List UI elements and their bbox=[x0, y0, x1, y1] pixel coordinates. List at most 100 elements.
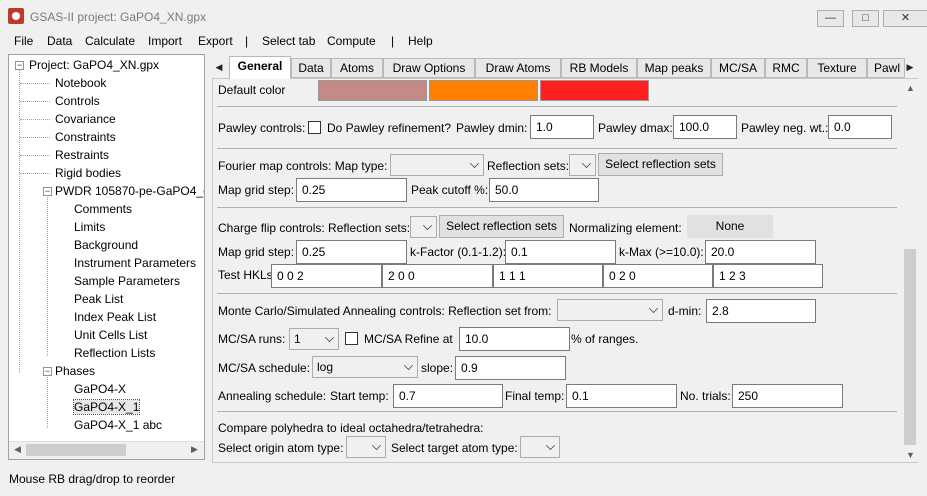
tree-item-phase-selected[interactable]: GaPO4-X_1 bbox=[72, 399, 141, 415]
scrollbar-thumb[interactable] bbox=[26, 444, 126, 456]
tab-mcsa[interactable]: MC/SA bbox=[711, 58, 765, 78]
pawley-negwt-input[interactable]: 0.0 bbox=[828, 115, 892, 139]
collapse-icon[interactable]: − bbox=[43, 187, 52, 196]
mcsa-refine-checkbox[interactable] bbox=[345, 332, 358, 345]
charge-flip-select-reflection-sets-button[interactable]: Select reflection sets bbox=[439, 215, 564, 238]
k-max-label: k-Max (>=10.0): bbox=[619, 245, 704, 259]
final-temp-input[interactable]: 0.1 bbox=[566, 384, 677, 408]
menu-calculate[interactable]: Calculate bbox=[85, 34, 135, 48]
tab-general[interactable]: General bbox=[229, 56, 291, 79]
tree-item-notebook[interactable]: Notebook bbox=[55, 76, 106, 90]
chevron-down-icon bbox=[372, 441, 381, 450]
tree-item-phase[interactable]: GaPO4-X bbox=[74, 382, 126, 396]
fourier-select-reflection-sets-button[interactable]: Select reflection sets bbox=[598, 153, 723, 176]
default-color-swatch-1[interactable] bbox=[318, 80, 427, 101]
menu-file[interactable]: File bbox=[14, 34, 33, 48]
fourier-grid-step-input[interactable]: 0.25 bbox=[296, 178, 407, 202]
collapse-icon[interactable]: − bbox=[43, 367, 52, 376]
peak-cutoff-input[interactable]: 50.0 bbox=[489, 178, 599, 202]
tree-item-pwdr[interactable]: PWDR 105870-pe-GaPO4_ed bbox=[55, 184, 204, 198]
tab-rmc[interactable]: RMC bbox=[765, 58, 807, 78]
tree-item-rigid-bodies[interactable]: Rigid bodies bbox=[55, 166, 121, 180]
tab-rb-models[interactable]: RB Models bbox=[561, 58, 637, 78]
tree-item-sample-parameters[interactable]: Sample Parameters bbox=[74, 274, 180, 288]
pawley-dmax-input[interactable]: 100.0 bbox=[673, 115, 737, 139]
scroll-left-icon[interactable]: ◀ bbox=[14, 444, 21, 455]
charge-flip-reflection-sets-select[interactable] bbox=[410, 216, 437, 238]
final-temp-label: Final temp: bbox=[505, 389, 565, 403]
tab-pawley[interactable]: Pawl bbox=[867, 58, 905, 78]
test-hkl-input-2[interactable]: 2 0 0 bbox=[382, 264, 493, 288]
menu-data[interactable]: Data bbox=[47, 34, 72, 48]
menu-help[interactable]: Help bbox=[408, 34, 433, 48]
mcsa-schedule-select[interactable]: log bbox=[312, 356, 418, 378]
close-button[interactable]: ✕ bbox=[883, 10, 927, 27]
mcsa-refine-input[interactable]: 10.0 bbox=[459, 327, 570, 351]
tree-item-comments[interactable]: Comments bbox=[74, 202, 132, 216]
menu-select-tab[interactable]: Select tab bbox=[262, 34, 315, 48]
charge-flip-grid-step-input[interactable]: 0.25 bbox=[296, 240, 407, 264]
tab-texture[interactable]: Texture bbox=[807, 58, 867, 78]
origin-atom-type-select[interactable] bbox=[346, 436, 386, 458]
default-color-swatch-3[interactable] bbox=[540, 80, 649, 101]
test-hkl-input-5[interactable]: 1 2 3 bbox=[713, 264, 823, 288]
target-atom-type-label: Select target atom type: bbox=[391, 441, 518, 455]
tree-item-limits[interactable]: Limits bbox=[74, 220, 105, 234]
tab-draw-options[interactable]: Draw Options bbox=[383, 58, 475, 78]
start-temp-input[interactable]: 0.7 bbox=[393, 384, 503, 408]
menu-import[interactable]: Import bbox=[148, 34, 182, 48]
default-color-swatch-2[interactable] bbox=[429, 80, 538, 101]
scroll-right-icon[interactable]: ▶ bbox=[191, 444, 198, 455]
k-factor-input[interactable]: 0.1 bbox=[505, 240, 616, 264]
pawley-dmin-input[interactable]: 1.0 bbox=[530, 115, 594, 139]
mcsa-runs-select[interactable]: 1 bbox=[289, 328, 339, 350]
test-hkl-input-4[interactable]: 0 2 0 bbox=[603, 264, 713, 288]
scrollbar-thumb[interactable] bbox=[904, 249, 916, 445]
tree-root-project[interactable]: Project: GaPO4_XN.gpx bbox=[29, 58, 159, 72]
fourier-map-type-select[interactable] bbox=[390, 154, 484, 176]
tree-horizontal-scrollbar[interactable]: ◀ ▶ bbox=[9, 441, 204, 459]
tree-item-unit-cells-list[interactable]: Unit Cells List bbox=[74, 328, 147, 342]
target-atom-type-select[interactable] bbox=[520, 436, 560, 458]
tree-item-constraints[interactable]: Constraints bbox=[55, 130, 116, 144]
menu-compute[interactable]: Compute bbox=[327, 34, 376, 48]
fourier-grid-step-label: Map grid step: bbox=[218, 183, 295, 197]
collapse-icon[interactable]: − bbox=[15, 61, 24, 70]
tree-item-peak-list[interactable]: Peak List bbox=[74, 292, 123, 306]
mcsa-dmin-input[interactable]: 2.8 bbox=[706, 299, 816, 323]
maximize-button[interactable]: □ bbox=[852, 10, 879, 27]
tree-item-phases[interactable]: Phases bbox=[55, 364, 95, 378]
panel-vertical-scrollbar[interactable]: ▲ ▼ bbox=[902, 79, 918, 462]
tab-draw-atoms[interactable]: Draw Atoms bbox=[475, 58, 561, 78]
menu-bar: File Data Calculate Import Export | Sele… bbox=[0, 32, 927, 52]
no-trials-input[interactable]: 250 bbox=[732, 384, 843, 408]
mcsa-reflection-set-select[interactable] bbox=[557, 299, 663, 321]
tab-scroll-right-icon[interactable]: ▶ bbox=[903, 58, 917, 76]
tab-map-peaks[interactable]: Map peaks bbox=[637, 58, 711, 78]
tab-data[interactable]: Data bbox=[291, 58, 331, 78]
fourier-reflection-sets-select[interactable] bbox=[569, 154, 596, 176]
k-max-input[interactable]: 20.0 bbox=[705, 240, 816, 264]
tab-atoms[interactable]: Atoms bbox=[331, 58, 383, 78]
tree-item-reflection-lists[interactable]: Reflection Lists bbox=[74, 346, 155, 360]
tree-item-instrument-parameters[interactable]: Instrument Parameters bbox=[74, 256, 196, 270]
minimize-button[interactable]: — bbox=[817, 10, 844, 27]
tree-item-covariance[interactable]: Covariance bbox=[55, 112, 116, 126]
chevron-down-icon bbox=[649, 304, 658, 313]
fourier-reflection-sets-label: Reflection sets: bbox=[487, 159, 570, 173]
test-hkl-input-1[interactable]: 0 0 2 bbox=[271, 264, 382, 288]
tree-item-background[interactable]: Background bbox=[74, 238, 138, 252]
test-hkl-input-3[interactable]: 1 1 1 bbox=[493, 264, 603, 288]
tree-item-index-peak-list[interactable]: Index Peak List bbox=[74, 310, 156, 324]
data-tree[interactable]: − Project: GaPO4_XN.gpx Notebook Control… bbox=[8, 54, 205, 460]
menu-export[interactable]: Export bbox=[198, 34, 233, 48]
mcsa-slope-input[interactable]: 0.9 bbox=[455, 356, 566, 380]
tree-item-phase[interactable]: GaPO4-X_1 abc bbox=[74, 418, 162, 432]
tree-item-controls[interactable]: Controls bbox=[55, 94, 100, 108]
scroll-down-icon[interactable]: ▼ bbox=[906, 450, 915, 460]
scroll-up-icon[interactable]: ▲ bbox=[906, 83, 915, 93]
normalizing-element-button[interactable]: None bbox=[687, 215, 773, 238]
tree-item-restraints[interactable]: Restraints bbox=[55, 148, 109, 162]
pawley-refinement-checkbox[interactable] bbox=[308, 121, 321, 134]
tab-scroll-left-icon[interactable]: ◀ bbox=[212, 58, 226, 76]
